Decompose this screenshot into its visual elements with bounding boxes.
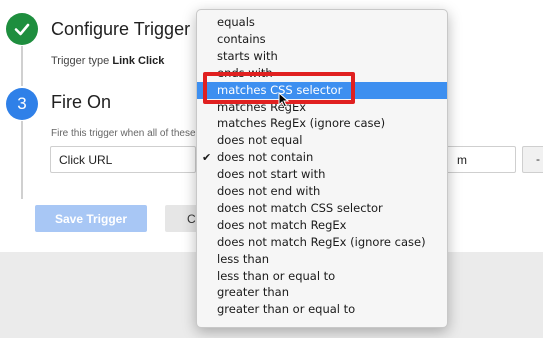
dropdown-option[interactable]: contains	[197, 31, 447, 48]
trigger-type-label: Trigger type	[51, 55, 110, 67]
dropdown-option[interactable]: does not match RegEx (ignore case)	[197, 234, 447, 251]
dropdown-option-label: does not match RegEx (ignore case)	[217, 234, 426, 249]
dropdown-option-label: does not equal	[217, 133, 303, 148]
dropdown-option-label: does not match RegEx	[217, 217, 347, 232]
dropdown-option[interactable]: matches RegEx (ignore case)	[197, 115, 447, 132]
dropdown-option-label: does not end with	[217, 184, 321, 198]
dropdown-option[interactable]: equals	[197, 14, 447, 31]
dropdown-option-label: greater than or equal to	[217, 302, 356, 317]
dropdown-option-label: does not start with	[217, 167, 326, 182]
dropdown-option-label: greater than	[217, 285, 289, 300]
trigger-type-line: Trigger type Link Click	[51, 55, 164, 67]
step-connector	[21, 121, 23, 199]
dropdown-option[interactable]: does not end with	[197, 183, 447, 200]
dropdown-option[interactable]: greater than or equal to	[197, 301, 447, 318]
dropdown-option[interactable]: starts with	[197, 48, 447, 65]
remove-condition-button[interactable]: -	[522, 146, 543, 173]
dropdown-option[interactable]: greater than	[197, 284, 447, 301]
mouse-pointer-icon	[278, 92, 290, 108]
fire-on-description: Fire this trigger when all of these	[51, 128, 196, 139]
save-trigger-button[interactable]: Save Trigger	[35, 205, 147, 232]
step-complete-check-icon	[6, 13, 38, 45]
selected-check-icon: ✔	[202, 151, 212, 165]
condition-value-text: m	[457, 153, 467, 167]
step-connector	[21, 46, 23, 86]
dropdown-option[interactable]: does not match RegEx	[197, 217, 447, 234]
dropdown-option-label: matches RegEx (ignore case)	[217, 116, 386, 131]
dropdown-option[interactable]: less than or equal to	[197, 268, 447, 285]
dropdown-option-label: equals	[217, 15, 255, 29]
operator-dropdown-menu[interactable]: equals contains starts with ends with matche…	[196, 9, 448, 328]
configure-trigger-title[interactable]: Configure Trigger	[51, 19, 190, 40]
dropdown-option-label: does not contain	[217, 150, 314, 165]
variable-select[interactable]: Click URL	[50, 146, 196, 173]
dropdown-option[interactable]: ✔ does not contain	[197, 149, 447, 166]
dropdown-option[interactable]: does not start with	[197, 166, 447, 183]
step-number-badge: 3	[6, 88, 38, 120]
fire-on-title[interactable]: Fire On	[51, 92, 111, 113]
variable-select-value: Click URL	[59, 153, 113, 167]
dropdown-option-label: starts with	[217, 48, 278, 63]
dropdown-option[interactable]: does not equal	[197, 132, 447, 149]
dropdown-option-label: does not match CSS selector	[217, 200, 383, 215]
dropdown-option[interactable]: less than	[197, 251, 447, 268]
dropdown-option-label: less than	[217, 251, 270, 266]
dropdown-option[interactable]: does not match CSS selector	[197, 200, 447, 217]
dropdown-option-label: contains	[217, 31, 266, 46]
dropdown-option-label: less than or equal to	[217, 268, 336, 283]
trigger-type-value: Link Click	[112, 55, 165, 67]
